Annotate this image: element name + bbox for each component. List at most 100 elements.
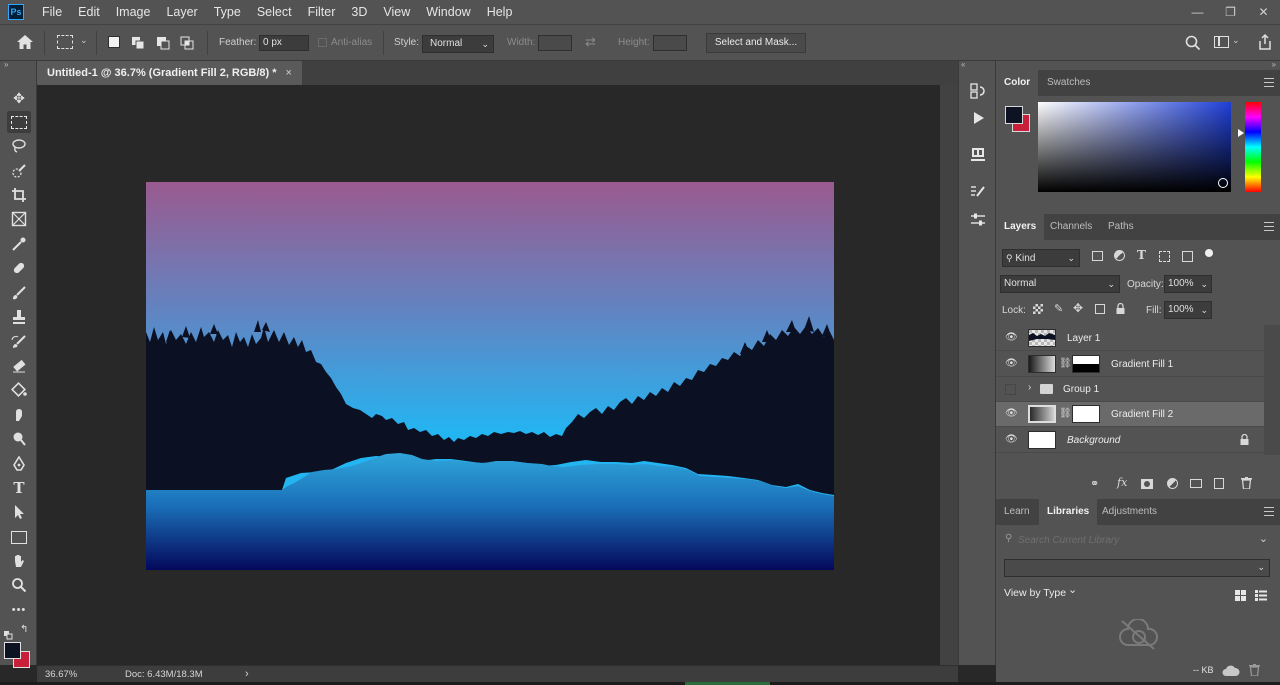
cloud-sync-icon[interactable]: [1222, 664, 1240, 676]
list-view-icon[interactable]: [1255, 588, 1267, 601]
menu-edit[interactable]: Edit: [70, 0, 108, 24]
layer-row-layer-1[interactable]: 👁 Layer 1: [996, 326, 1264, 351]
color-field[interactable]: [1038, 102, 1231, 192]
menu-file[interactable]: File: [34, 0, 70, 24]
feather-input[interactable]: 0 px: [259, 35, 309, 51]
new-group-icon[interactable]: [1190, 479, 1202, 488]
lasso-tool-icon[interactable]: [7, 135, 31, 157]
library-select[interactable]: ⌄: [1004, 559, 1270, 577]
hue-slider-handle[interactable]: [1238, 129, 1244, 137]
clone-stamp-tool-icon[interactable]: [7, 306, 31, 328]
layers-scrollbar[interactable]: [1264, 325, 1280, 455]
panel-menu-icon[interactable]: [1264, 222, 1274, 231]
zoom-tool-icon[interactable]: [7, 574, 31, 596]
visibility-toggle-off[interactable]: [1005, 384, 1016, 395]
actions-play-icon[interactable]: [969, 109, 987, 127]
marquee-tool-icon[interactable]: [7, 111, 31, 133]
rectangle-tool-icon[interactable]: [7, 526, 31, 548]
eraser-tool-icon[interactable]: [7, 355, 31, 377]
history-brush-tool-icon[interactable]: [7, 331, 31, 353]
adjustments-sliders-icon[interactable]: [969, 211, 987, 229]
view-by-type[interactable]: View by Type: [1004, 587, 1066, 599]
layer-filter-select[interactable]: ⚲ Kind ⌄: [1002, 249, 1080, 267]
minimize-button[interactable]: —: [1181, 0, 1214, 24]
visibility-eye-icon[interactable]: 👁: [1005, 359, 1018, 369]
tab-swatches[interactable]: Swatches: [1039, 70, 1098, 96]
properties-panel-icon[interactable]: [969, 146, 987, 164]
menu-window[interactable]: Window: [418, 0, 478, 24]
zoom-level[interactable]: 36.67%: [45, 669, 77, 680]
document-canvas[interactable]: [146, 182, 834, 570]
width-input[interactable]: [538, 35, 572, 51]
layer-name[interactable]: Group 1: [1063, 384, 1099, 395]
library-search-input[interactable]: Search Current Library: [1018, 535, 1119, 546]
hue-slider[interactable]: [1245, 102, 1261, 192]
layer-name[interactable]: Background: [1067, 435, 1120, 446]
tab-channels[interactable]: Channels: [1042, 214, 1100, 240]
tab-learn[interactable]: Learn: [996, 499, 1038, 525]
status-menu-arrow[interactable]: ›: [245, 668, 249, 680]
collapse-arrows-icon[interactable]: »: [1272, 60, 1276, 69]
chevron-down-icon[interactable]: ⌄: [1259, 532, 1268, 545]
chevron-down-icon[interactable]: ⌄: [1068, 583, 1077, 596]
move-tool-icon[interactable]: ✥: [7, 87, 31, 109]
tab-paths[interactable]: Paths: [1100, 214, 1142, 240]
add-mask-icon[interactable]: [1141, 479, 1153, 489]
lock-all-icon[interactable]: [1116, 302, 1125, 314]
lock-icon[interactable]: [1240, 433, 1249, 448]
frame-tool-icon[interactable]: [7, 208, 31, 230]
restore-button[interactable]: ❐: [1214, 0, 1247, 24]
layer-name[interactable]: Layer 1: [1067, 333, 1100, 344]
new-layer-icon[interactable]: [1214, 478, 1224, 489]
hand-tool-icon[interactable]: [7, 550, 31, 572]
layer-name[interactable]: Gradient Fill 1: [1111, 359, 1173, 370]
paint-bucket-tool-icon[interactable]: [7, 379, 31, 401]
default-colors-icon[interactable]: [4, 627, 13, 640]
menu-layer[interactable]: Layer: [158, 0, 205, 24]
quick-selection-tool-icon[interactable]: [7, 160, 31, 182]
filter-adjustment-icon[interactable]: [1114, 250, 1125, 261]
subtract-selection-icon[interactable]: [156, 36, 170, 50]
menu-filter[interactable]: Filter: [300, 0, 344, 24]
brush-settings-icon[interactable]: [969, 183, 987, 201]
menu-help[interactable]: Help: [479, 0, 521, 24]
dodge-tool-icon[interactable]: [7, 428, 31, 450]
tab-adjustments[interactable]: Adjustments: [1094, 499, 1165, 525]
filter-toggle-icon[interactable]: [1205, 249, 1213, 257]
search-icon[interactable]: [1185, 35, 1201, 51]
tab-libraries[interactable]: Libraries: [1039, 499, 1098, 525]
lock-image-icon[interactable]: ✎: [1054, 302, 1063, 315]
pen-tool-icon[interactable]: [7, 453, 31, 475]
filter-shape-icon[interactable]: [1159, 251, 1170, 262]
new-adjustment-icon[interactable]: [1167, 478, 1178, 489]
menu-select[interactable]: Select: [249, 0, 300, 24]
filter-smart-object-icon[interactable]: [1182, 251, 1193, 262]
blend-mode-select[interactable]: Normal ⌄: [1000, 275, 1120, 293]
lock-artboard-icon[interactable]: [1095, 304, 1105, 314]
layer-row-gradient-fill-1[interactable]: 👁 ⛓ Gradient Fill 1: [996, 352, 1264, 377]
chevron-down-icon[interactable]: ⌄: [1232, 35, 1240, 46]
intersect-selection-icon[interactable]: [180, 36, 194, 50]
panel-menu-icon[interactable]: [1264, 78, 1274, 87]
layer-row-group-1[interactable]: › Group 1: [996, 377, 1264, 402]
healing-brush-tool-icon[interactable]: [7, 257, 31, 279]
more-tools-icon[interactable]: •••: [7, 599, 31, 621]
lock-position-icon[interactable]: ✥: [1073, 301, 1083, 315]
tab-layers[interactable]: Layers: [996, 214, 1045, 240]
home-icon[interactable]: [16, 34, 34, 50]
grid-view-icon[interactable]: [1235, 588, 1246, 601]
document-tab[interactable]: Untitled-1 @ 36.7% (Gradient Fill 2, RGB…: [37, 61, 302, 85]
link-layers-icon[interactable]: ⚭: [1090, 477, 1099, 490]
trash-icon[interactable]: [1241, 477, 1252, 492]
fx-icon[interactable]: fx: [1117, 476, 1127, 489]
share-icon[interactable]: [1257, 33, 1273, 51]
collapse-arrows-icon[interactable]: »: [4, 60, 8, 69]
layer-row-gradient-fill-2[interactable]: 👁 ⛓ Gradient Fill 2: [996, 402, 1264, 427]
style-select[interactable]: Normal ⌄: [422, 35, 494, 53]
trash-icon[interactable]: [1249, 663, 1260, 681]
opacity-input[interactable]: 100% ⌄: [1164, 275, 1212, 293]
filter-type-icon[interactable]: T: [1137, 248, 1146, 262]
menu-3d[interactable]: 3D: [343, 0, 375, 24]
add-selection-icon[interactable]: [131, 36, 145, 50]
history-panel-icon[interactable]: [969, 82, 987, 100]
